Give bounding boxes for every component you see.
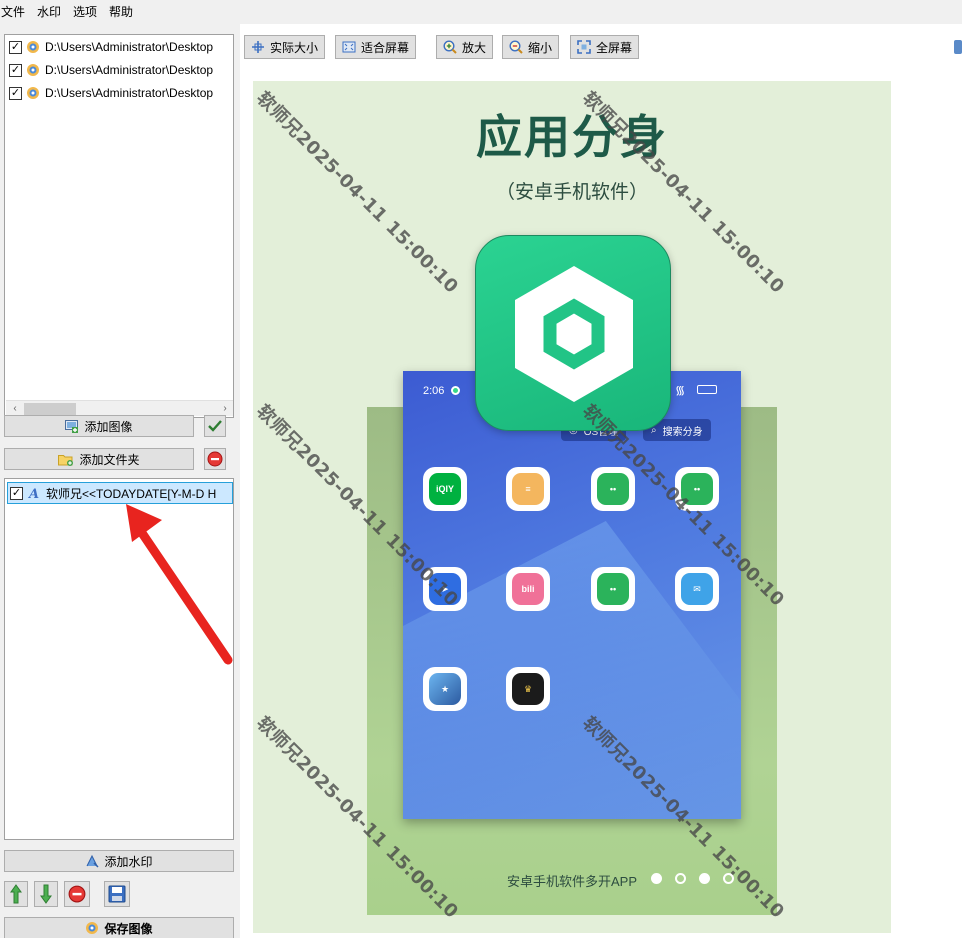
watermark-checkbox[interactable]: ✓ — [10, 486, 23, 500]
hexagon-icon — [515, 266, 633, 402]
iqiyi-app-icon: iQIY — [423, 467, 467, 511]
zoom-in-icon — [443, 40, 457, 54]
floppy-disk-icon — [108, 885, 126, 903]
remove-watermark-button[interactable] — [64, 881, 90, 907]
menu-watermark[interactable]: 水印 — [31, 3, 67, 21]
fit-screen-icon — [342, 40, 356, 54]
remove-icon — [207, 451, 223, 467]
pager-dots — [651, 873, 734, 884]
zoom-in-button[interactable]: 放大 — [436, 35, 494, 59]
add-folder-button[interactable]: 添加文件夹 — [4, 448, 194, 470]
zoom-out-icon — [509, 40, 523, 54]
pager-dot — [675, 873, 686, 884]
remove-image-button[interactable] — [204, 448, 226, 470]
menu-bar: 文件 水印 选项 帮助 — [0, 0, 962, 24]
fullscreen-button[interactable]: 全屏幕 — [570, 35, 640, 59]
menu-file[interactable]: 文件 — [0, 3, 31, 21]
red-arrow-annotation — [126, 504, 233, 665]
image-file-icon — [27, 41, 39, 53]
mail-app-icon: ✉ — [675, 567, 719, 611]
scrollbar-thumb[interactable] — [24, 403, 76, 415]
scroll-left-icon[interactable]: ‹ — [7, 402, 23, 416]
remove-icon — [68, 885, 86, 903]
actual-size-button[interactable]: 实际大小 — [244, 35, 326, 59]
fullscreen-icon — [577, 40, 591, 54]
image-file-list[interactable]: ✓ D:\Users\Administrator\Desktop ✓ D:\Us… — [4, 34, 234, 418]
file-path: D:\Users\Administrator\Desktop — [45, 86, 214, 100]
arrow-down-icon — [40, 884, 52, 904]
status-time: 2:06 — [423, 385, 445, 397]
text-watermark-icon: A — [27, 487, 39, 500]
game-app-icon: ★ — [423, 667, 467, 711]
notes-app-icon: ≡ — [506, 467, 550, 511]
preview-title: 应用分身 — [476, 110, 668, 164]
arrow-up-icon — [10, 884, 22, 904]
app-clone-logo-icon — [475, 235, 671, 431]
check-icon — [208, 420, 222, 432]
file-list-item[interactable]: ✓ D:\Users\Administrator\Desktop — [9, 83, 213, 103]
image-preview[interactable]: 应用分身 （安卓手机软件） 2:06 ᯾ ◎ OS管理 ⌕ 搜索分身 iQIY … — [240, 60, 962, 938]
image-file-icon — [27, 64, 39, 76]
file-checkbox[interactable]: ✓ — [9, 40, 22, 54]
panel-toggle-icon[interactable] — [954, 40, 962, 54]
scroll-right-icon[interactable]: › — [217, 402, 233, 416]
file-checkbox[interactable]: ✓ — [9, 86, 22, 100]
add-watermark-icon — [85, 854, 100, 868]
menu-options[interactable]: 选项 — [67, 3, 103, 21]
save-watermark-button[interactable] — [104, 881, 130, 907]
wechat-app-icon: •• — [591, 467, 635, 511]
horizontal-scrollbar[interactable]: ‹ › — [6, 400, 233, 416]
apply-check-button[interactable] — [204, 415, 226, 437]
wechat-app-icon-2: •• — [591, 567, 635, 611]
move-up-button[interactable] — [4, 881, 28, 907]
fit-screen-button[interactable]: 适合屏幕 — [335, 35, 417, 59]
add-watermark-button[interactable]: 添加水印 — [4, 850, 234, 872]
battery-icon — [697, 385, 717, 394]
actual-size-icon — [251, 40, 265, 54]
svg-text:A: A — [27, 487, 39, 500]
move-down-button[interactable] — [34, 881, 58, 907]
add-folder-icon — [58, 453, 74, 466]
left-panel: ✓ D:\Users\Administrator\Desktop ✓ D:\Us… — [0, 24, 240, 938]
zoom-out-button[interactable]: 缩小 — [502, 35, 560, 59]
file-path: D:\Users\Administrator\Desktop — [45, 63, 214, 77]
add-image-icon — [65, 419, 79, 433]
file-path: D:\Users\Administrator\Desktop — [45, 40, 214, 54]
image-file-icon — [27, 87, 39, 99]
add-image-button[interactable]: 添加图像 — [4, 415, 194, 437]
pager-dot — [651, 873, 662, 884]
bilibili-app-icon: bili — [506, 567, 550, 611]
file-list-item[interactable]: ✓ D:\Users\Administrator\Desktop — [9, 37, 213, 57]
wifi-icon: ᯾ — [675, 383, 686, 397]
status-indicator-icon — [451, 386, 460, 395]
file-checkbox[interactable]: ✓ — [9, 63, 22, 77]
save-image-icon — [85, 921, 99, 935]
preview-footer-text: 安卓手机软件多开APP — [507, 874, 638, 889]
menu-help[interactable]: 帮助 — [103, 3, 139, 21]
file-list-item[interactable]: ✓ D:\Users\Administrator\Desktop — [9, 60, 213, 80]
pager-dot — [699, 873, 710, 884]
save-image-button[interactable]: 保存图像 — [4, 917, 234, 938]
game-app-icon-2: ♛ — [506, 667, 550, 711]
